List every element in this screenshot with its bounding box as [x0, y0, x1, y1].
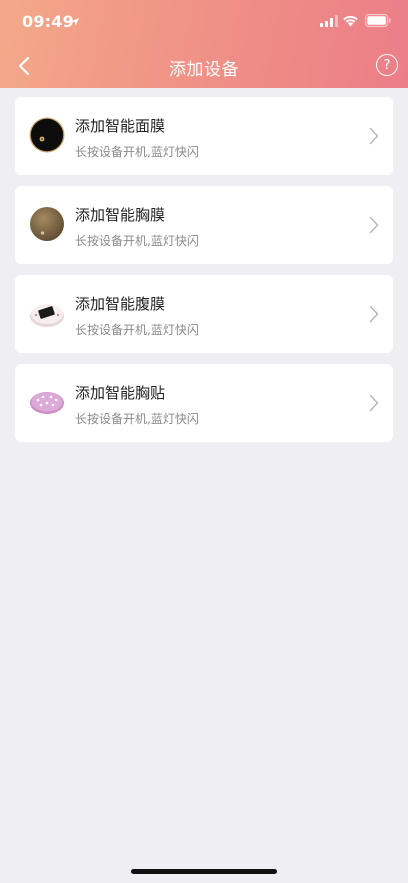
device-list: 添加智能面膜 长按设备开机,蓝灯快闪 添加智能胸膜 长按设备开机,蓝灯快闪 添加…	[15, 97, 393, 453]
nav-bar: 添加设备 ?	[0, 44, 408, 88]
chest-patch-device-icon	[30, 392, 64, 414]
help-button[interactable]: ?	[376, 54, 398, 76]
device-title: 添加智能面膜	[75, 117, 166, 135]
chest-mask-device-icon	[30, 207, 64, 241]
device-card-abdomen-mask[interactable]: 添加智能腹膜 长按设备开机,蓝灯快闪	[15, 275, 393, 353]
location-arrow-icon	[71, 18, 79, 26]
wifi-icon	[343, 15, 358, 27]
chevron-right-icon	[369, 305, 379, 323]
battery-icon	[365, 14, 391, 27]
add-device-screen: 09:49 添加设备 ? 添加智能面膜 长按设备开机,蓝灯快闪 添加智能胸膜 长…	[0, 0, 408, 883]
header: 09:49 添加设备 ?	[0, 0, 408, 88]
status-time: 09:49	[22, 12, 74, 31]
device-subtitle: 长按设备开机,蓝灯快闪	[75, 323, 199, 337]
face-mask-device-icon	[29, 117, 65, 153]
device-subtitle: 长按设备开机,蓝灯快闪	[75, 234, 199, 248]
page-title: 添加设备	[169, 60, 239, 80]
device-card-face-mask[interactable]: 添加智能面膜 长按设备开机,蓝灯快闪	[15, 97, 393, 175]
chevron-right-icon	[369, 127, 379, 145]
device-card-chest-patch[interactable]: 添加智能胸贴 长按设备开机,蓝灯快闪	[15, 364, 393, 442]
chevron-right-icon	[369, 216, 379, 234]
status-bar: 09:49	[0, 0, 408, 44]
question-mark-icon: ?	[383, 57, 391, 73]
chevron-right-icon	[369, 394, 379, 412]
home-indicator[interactable]	[131, 869, 277, 874]
signal-icon	[320, 15, 338, 27]
device-title: 添加智能胸膜	[75, 206, 166, 224]
abdomen-mask-device-icon	[30, 304, 64, 327]
device-subtitle: 长按设备开机,蓝灯快闪	[75, 145, 199, 159]
device-card-chest-mask[interactable]: 添加智能胸膜 长按设备开机,蓝灯快闪	[15, 186, 393, 264]
device-title: 添加智能腹膜	[75, 295, 166, 313]
device-subtitle: 长按设备开机,蓝灯快闪	[75, 412, 199, 426]
device-title: 添加智能胸贴	[75, 384, 166, 402]
